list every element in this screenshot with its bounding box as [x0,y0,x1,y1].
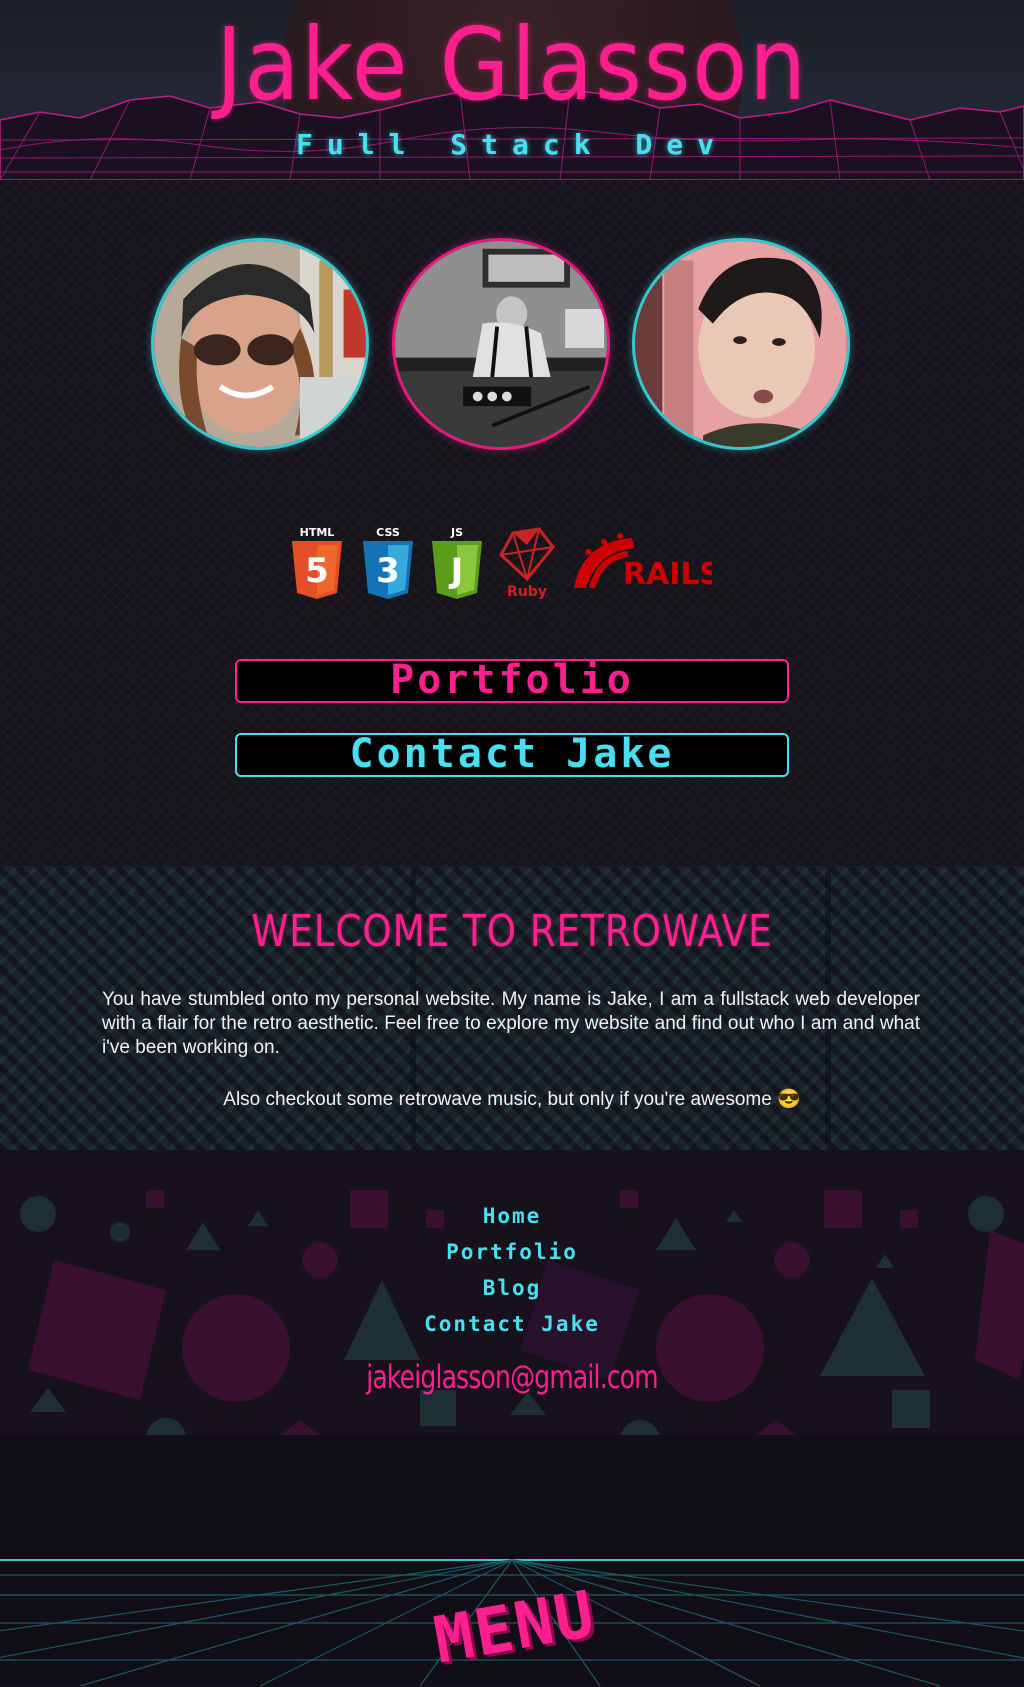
ruby-icon: Ruby [499,525,556,603]
site-subtitle: Full Stack Dev [295,128,728,161]
rails-icon: RAILS [572,532,721,596]
css3-label: CSS [376,526,400,539]
footer-link-contact-jake[interactable]: Contact Jake [0,1312,1024,1336]
html5-glyph: 5 [305,551,329,591]
profile-photo-closeup [632,238,850,450]
html5-label: HTML [300,526,335,539]
profile-photo-billiards [392,238,610,450]
html5-icon: HTML 5 [290,525,344,603]
javascript-label: JS [450,526,463,539]
retrowave-music-note: Also checkout some retrowave music, but … [223,1089,801,1110]
profile-photo-closeup-image [635,241,847,447]
footer-link-portfolio[interactable]: Portfolio [0,1240,1024,1264]
javascript-glyph: J [449,551,464,591]
css3-glyph: 3 [376,551,400,591]
welcome-heading: WELCOME TO RETROWAVE [251,906,773,957]
profile-photo-sunglasses [151,238,369,450]
footer-link-home[interactable]: Home [0,1204,1024,1228]
footer-email-link[interactable]: jakeiglasson@gmail.com [113,1358,912,1396]
css3-icon: CSS 3 [361,525,415,603]
site-title: Jake Glasson [216,6,808,123]
ruby-label: Ruby [507,584,547,599]
profile-photo-billiards-image [395,241,607,447]
profile-photo-sunglasses-image [154,241,366,447]
portfolio-button[interactable]: Portfolio [235,659,789,703]
javascript-icon: JS J [430,525,484,603]
site-header: Jake Glasson Full Stack Dev [0,0,1024,180]
welcome-paragraph: You have stumbled onto my personal websi… [102,989,920,1058]
footer-link-blog[interactable]: Blog [0,1276,1024,1300]
rails-label: RAILS [623,557,712,592]
contact-jake-button[interactable]: Contact Jake [235,733,789,777]
